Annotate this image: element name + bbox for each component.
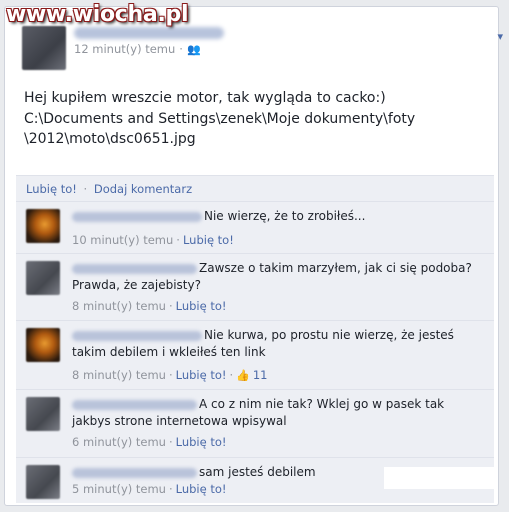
commenter-name-blurred[interactable] [72,330,202,341]
watermark-logo: www.wiocha.pl [6,2,189,27]
commenter-avatar[interactable] [26,209,60,243]
comment-timestamp[interactable]: 8 minut(y) temu [72,299,166,313]
post-text: Hej kupiłem wreszcie motor, tak wygląda … [24,90,416,147]
likes-count[interactable]: 11 [253,368,268,382]
commenter-avatar[interactable] [26,465,60,499]
comment-body: Zawsze o takim marzyłem, jak ci się podo… [72,260,482,294]
comments-list: Nie wierzę, że to zrobiłeś... 10 minut(y… [16,201,494,503]
comment-text: sam jesteś debilem [199,465,316,479]
actions-separator: · [83,182,88,196]
meta-separator: · [179,42,183,56]
comment-timestamp[interactable]: 5 minut(y) temu [72,482,166,496]
post-meta: 12 minut(y) temu · 👥 [74,42,201,56]
like-comment-link[interactable]: Lubię to! [176,299,227,313]
commenter-name-blurred[interactable] [72,263,197,274]
comment-item: Zawsze o takim marzyłem, jak ci się podo… [16,253,494,320]
redaction-box [384,467,494,489]
comment-timestamp[interactable]: 10 minut(y) temu [72,233,173,247]
like-comment-link[interactable]: Lubię to! [183,233,234,247]
comment-timestamp[interactable]: 8 minut(y) temu [72,368,166,382]
commenter-avatar[interactable] [26,328,60,362]
comment-meta: 10 minut(y) temu · Lubię to! [72,233,234,247]
comment-timestamp[interactable]: 6 minut(y) temu [72,435,166,449]
post-timestamp[interactable]: 12 minut(y) temu [74,42,175,56]
like-post-link[interactable]: Lubię to! [26,182,77,196]
comment-meta: 6 minut(y) temu · Lubię to! [72,435,227,449]
commenter-avatar[interactable] [26,261,60,295]
comment-item: Nie wierzę, że to zrobiłeś... 10 minut(y… [16,201,494,253]
meta-separator: · [176,233,180,247]
commenter-name-blurred[interactable] [72,399,197,410]
commenter-name-blurred[interactable] [72,211,202,222]
like-comment-link[interactable]: Lubię to! [176,482,227,496]
like-comment-link[interactable]: Lubię to! [176,435,227,449]
meta-separator: · [168,435,173,449]
comment-text: Nie wierzę, że to zrobiłeś... [204,209,366,223]
post-actions-bar: Lubię to! · Dodaj komentarz [16,175,494,201]
comment-body: Nie kurwa, po prostu nie wierzę, że jest… [72,327,482,361]
add-comment-link[interactable]: Dodaj komentarz [94,182,192,196]
meta-separator: · [168,368,173,382]
comment-meta: 8 minut(y) temu · Lubię to! · 👍 11 [72,368,268,382]
thumbs-up-icon[interactable]: 👍 [236,369,250,382]
comment-body: A co z nim nie tak? Wklej go w pasek tak… [72,396,482,430]
author-name-blurred[interactable] [74,27,224,39]
comment-meta: 5 minut(y) temu · Lubię to! [72,482,227,496]
comment-item: Nie kurwa, po prostu nie wierzę, że jest… [16,320,494,389]
chevron-down-icon[interactable]: ▾ [497,30,503,43]
meta-separator: · [168,482,173,496]
comment-item: A co z nim nie tak? Wklej go w pasek tak… [16,389,494,457]
comment-body: Nie wierzę, że to zrobiłeś... [72,208,482,225]
commenter-name-blurred[interactable] [72,467,197,478]
author-avatar[interactable] [22,26,66,70]
commenter-avatar[interactable] [26,397,60,431]
comment-meta: 8 minut(y) temu · Lubię to! [72,299,227,313]
meta-separator: · [168,299,173,313]
friends-audience-icon[interactable]: 👥 [187,43,201,56]
meta-separator: · [229,368,234,382]
like-comment-link[interactable]: Lubię to! [176,368,227,382]
